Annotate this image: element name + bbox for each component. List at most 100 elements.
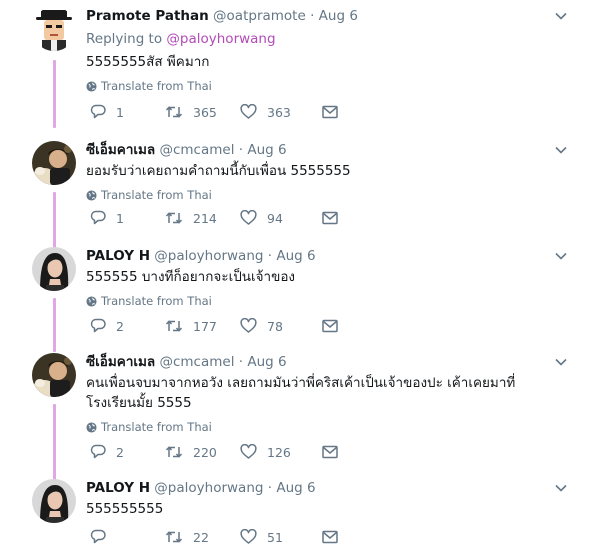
tweet-text: 5555555สัส พีคมาก [86,54,210,70]
like-icon [240,318,257,333]
translate-globe-icon [86,421,97,433]
chevron-down-icon[interactable] [554,481,568,495]
retweet-icon [165,320,183,332]
retweet-count: 365 [193,104,217,120]
translate-globe-icon [86,295,97,307]
reply-button[interactable] [90,529,165,545]
timestamp[interactable]: Aug 6 [247,142,286,158]
separator-dot: · [267,248,273,264]
retweet-button[interactable]: 220 [165,444,240,460]
like-button[interactable]: 363 [240,104,322,120]
retweet-count: 22 [193,529,209,545]
reply-count: 1 [116,210,124,226]
dm-icon [322,211,338,225]
chevron-down-icon[interactable] [554,249,568,263]
reply-button[interactable]: 1 [90,104,165,120]
translate-globe-icon [86,80,97,92]
tweet[interactable]: ซีเอ็มคาเมล @cmcamel · Aug 6 คนเพื่อนจบม… [0,353,600,471]
translate-link[interactable]: Translate from Thai [86,419,542,435]
like-icon [240,104,257,119]
tweet[interactable]: PALOY H @paloyhorwang · Aug 6 555555555 … [0,479,600,551]
avatar[interactable] [32,247,76,291]
reply-icon [90,444,106,459]
retweet-icon [165,212,183,224]
display-name[interactable]: ซีเอ็มคาเมล [86,142,155,158]
direct-message-button[interactable] [322,105,338,119]
like-icon [240,529,257,544]
retweet-count: 214 [193,210,217,226]
translate-label: Translate from Thai [101,79,212,93]
like-button[interactable]: 51 [240,529,322,545]
tweet-header: ซีเอ็มคาเมล @cmcamel · Aug 6 [86,353,542,371]
reply-count: 2 [116,318,124,334]
translate-link[interactable]: Translate from Thai [86,78,580,94]
display-name[interactable]: PALOY H [86,248,150,264]
tweet-text: 555555 บางทีก็อยากจะเป็นเจ้าของ [86,269,296,285]
username[interactable]: @cmcamel [159,142,234,158]
reply-button[interactable]: 2 [90,444,165,460]
retweet-icon [165,531,183,543]
retweet-button[interactable]: 214 [165,210,240,226]
replying-to: Replying to @paloyhorwang [86,30,580,48]
like-button[interactable]: 78 [240,318,322,334]
timestamp[interactable]: Aug 6 [319,8,358,24]
translate-label: Translate from Thai [101,188,212,202]
like-icon [240,444,257,459]
action-bar: 2 220 126 [90,444,338,460]
timestamp[interactable]: Aug 6 [247,354,286,370]
retweet-icon [165,106,183,118]
direct-message-button[interactable] [322,211,338,225]
username[interactable]: @oatpramote [213,8,306,24]
display-name[interactable]: PALOY H [86,480,150,496]
separator-dot: · [238,142,244,158]
reply-icon [90,210,106,225]
tweet[interactable]: Pramote Pathan @oatpramote · Aug 6 Reply… [0,7,600,131]
display-name[interactable]: ซีเอ็มคาเมล [86,354,155,370]
retweet-button[interactable]: 177 [165,318,240,334]
like-count: 126 [267,444,291,460]
dm-icon [322,530,338,544]
username[interactable]: @paloyhorwang [154,480,263,496]
username[interactable]: @paloyhorwang [154,248,263,264]
tweet[interactable]: ซีเอ็มคาเมล @cmcamel · Aug 6 ยอมรับว่าเค… [0,141,600,237]
username[interactable]: @cmcamel [159,354,234,370]
replying-to-label: Replying to [86,31,167,47]
timestamp[interactable]: Aug 6 [276,248,315,264]
replying-to-handle[interactable]: @paloyhorwang [166,31,275,47]
direct-message-button[interactable] [322,319,338,333]
action-bar: 22 51 [90,529,338,545]
avatar[interactable] [32,353,76,397]
retweet-button[interactable]: 22 [165,529,240,545]
dm-icon [322,319,338,333]
chevron-down-icon[interactable] [554,143,568,157]
tweet[interactable]: PALOY H @paloyhorwang · Aug 6 555555 บาง… [0,247,600,343]
tweet-header: ซีเอ็มคาเมล @cmcamel · Aug 6 [86,141,580,159]
translate-globe-icon [86,189,97,201]
translate-link[interactable]: Translate from Thai [86,293,580,309]
avatar[interactable] [32,7,76,51]
tweet-text: ยอมรับว่าเคยถามคำถามนี้กับเพื่อน 5555555 [86,163,351,179]
dm-icon [322,105,338,119]
like-count: 94 [267,210,283,226]
retweet-count: 220 [193,444,217,460]
reply-button[interactable]: 2 [90,318,165,334]
dm-icon [322,445,338,459]
avatar[interactable] [32,479,76,523]
timestamp[interactable]: Aug 6 [276,480,315,496]
chevron-down-icon[interactable] [554,9,568,23]
like-button[interactable]: 126 [240,444,322,460]
avatar[interactable] [32,141,76,185]
display-name[interactable]: Pramote Pathan [86,8,209,24]
tweet-text: 555555555 [86,501,164,517]
translate-link[interactable]: Translate from Thai [86,187,580,203]
action-bar: 2 177 78 [90,318,338,334]
direct-message-button[interactable] [322,530,338,544]
direct-message-button[interactable] [322,445,338,459]
action-bar: 1 365 363 [90,104,338,120]
reply-button[interactable]: 1 [90,210,165,226]
reply-count: 2 [116,444,124,460]
like-count: 51 [267,529,283,545]
retweet-button[interactable]: 365 [165,104,240,120]
chevron-down-icon[interactable] [554,355,568,369]
like-button[interactable]: 94 [240,210,322,226]
